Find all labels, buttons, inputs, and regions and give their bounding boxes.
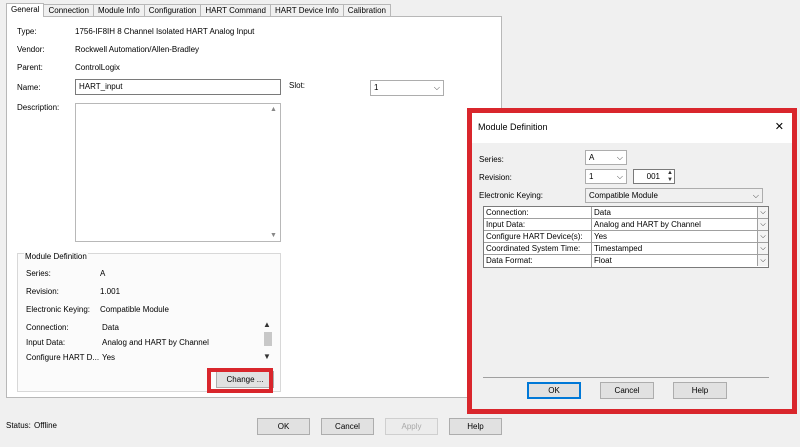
dialog-series-value: A xyxy=(589,153,595,162)
dialog-help-button[interactable]: Help xyxy=(673,382,727,399)
dialog-cancel-button[interactable]: Cancel xyxy=(600,382,654,399)
description-label: Description: xyxy=(17,103,60,112)
keying-label: Electronic Keying: xyxy=(26,305,91,314)
type-value: 1756-IF8IH 8 Channel Isolated HART Analo… xyxy=(75,27,255,36)
slot-value: 1 xyxy=(374,83,379,92)
dialog-title: Module Definition xyxy=(478,122,548,132)
list-item: Configure HART D... Yes xyxy=(26,353,116,362)
table-row: Data Format: Float ⌵ xyxy=(484,255,768,267)
status-value: Offline xyxy=(34,421,57,430)
dialog-ok-button[interactable]: OK xyxy=(527,382,581,399)
chevron-up-icon[interactable]: ▲ xyxy=(263,320,271,329)
list-item: Connection: Data xyxy=(26,323,119,332)
module-definition-scrollbar[interactable]: ▲ ▼ xyxy=(262,320,274,366)
series-value: A xyxy=(100,269,106,278)
tab-general[interactable]: General xyxy=(6,3,45,17)
slot-label: Slot: xyxy=(289,81,306,90)
dialog-body: Series: A ⌵ Revision: 1 ⌵ 001 ▲ ▼ Electr… xyxy=(472,143,792,409)
chevron-down-icon[interactable]: ⌵ xyxy=(757,219,768,230)
spinner-up-icon[interactable]: ▲ xyxy=(667,170,673,176)
apply-button[interactable]: Apply xyxy=(385,418,438,435)
spinner-down-icon[interactable]: ▼ xyxy=(667,177,673,183)
description-scrollbar[interactable]: ▲ ▼ xyxy=(268,104,280,241)
help-button[interactable]: Help xyxy=(449,418,502,435)
status-label: Status: xyxy=(6,421,31,430)
series-label: Series: xyxy=(26,269,51,278)
chevron-down-icon: ⌵ xyxy=(752,191,759,200)
cancel-button[interactable]: Cancel xyxy=(321,418,374,435)
chevron-down-icon: ⌵ xyxy=(616,153,623,162)
chevron-down-icon: ⌵ xyxy=(616,172,623,181)
chevron-down-icon[interactable]: ⌵ xyxy=(757,255,768,266)
revision-minor-value: 001 xyxy=(646,172,660,181)
table-row: Coordinated System Time: Timestamped ⌵ xyxy=(484,243,768,255)
chevron-down-icon[interactable]: ▼ xyxy=(263,352,271,361)
revision-major-select[interactable]: 1 ⌵ xyxy=(585,169,627,184)
chevron-down-icon[interactable]: ⌵ xyxy=(757,231,768,242)
chevron-down-icon[interactable]: ⌵ xyxy=(757,243,768,254)
scrollbar-thumb[interactable] xyxy=(264,332,272,346)
tab-bar: General Connection Module Info Configura… xyxy=(6,3,391,17)
dialog-divider xyxy=(483,377,769,378)
vendor-label: Vendor: xyxy=(17,45,45,54)
connection-grid: Connection: Data ⌵ Input Data: Analog and… xyxy=(483,206,769,268)
name-label: Name: xyxy=(17,83,41,92)
module-definition-title: Module Definition xyxy=(24,252,88,261)
dialog-revision-label: Revision: xyxy=(479,173,512,182)
dialog-keying-label: Electronic Keying: xyxy=(479,191,544,200)
dialog-series-label: Series: xyxy=(479,155,504,164)
table-row: Input Data: Analog and HART by Channel ⌵ xyxy=(484,219,768,231)
series-select[interactable]: A ⌵ xyxy=(585,150,627,165)
keying-select[interactable]: Compatible Module ⌵ xyxy=(585,188,763,203)
revision-value: 1.001 xyxy=(100,287,121,296)
parent-label: Parent: xyxy=(17,63,43,72)
table-row: Configure HART Device(s): Yes ⌵ xyxy=(484,231,768,243)
name-input[interactable]: HART_input xyxy=(75,79,281,95)
dialog-keying-value: Compatible Module xyxy=(589,191,658,200)
parent-value: ControlLogix xyxy=(75,63,120,72)
general-tab-page: Type: 1756-IF8IH 8 Channel Isolated HART… xyxy=(6,16,502,398)
scroll-up-icon[interactable]: ▲ xyxy=(270,106,277,113)
keying-value: Compatible Module xyxy=(100,305,169,314)
dialog-titlebar: Module Definition ✕ xyxy=(472,113,792,143)
chevron-down-icon: ⌵ xyxy=(433,83,440,92)
module-definition-list: Connection: Data Input Data: Analog and … xyxy=(24,318,274,366)
change-button-highlight xyxy=(207,368,273,393)
ok-button[interactable]: OK xyxy=(257,418,310,435)
description-textarea[interactable]: ▲ ▼ xyxy=(75,103,281,242)
revision-label: Revision: xyxy=(26,287,59,296)
module-definition-dialog: Module Definition ✕ Series: A ⌵ Revision… xyxy=(467,108,797,414)
revision-minor-spinner[interactable]: 001 ▲ ▼ xyxy=(633,169,675,184)
list-item: Input Data: Analog and HART by Channel xyxy=(26,338,209,347)
vendor-value: Rockwell Automation/Allen-Bradley xyxy=(75,45,200,54)
table-row: Connection: Data ⌵ xyxy=(484,207,768,219)
revision-major-value: 1 xyxy=(589,172,594,181)
slot-select[interactable]: 1 ⌵ xyxy=(370,80,444,96)
chevron-down-icon[interactable]: ⌵ xyxy=(757,207,768,218)
close-icon[interactable]: ✕ xyxy=(775,120,784,133)
type-label: Type: xyxy=(17,27,37,36)
scroll-down-icon[interactable]: ▼ xyxy=(270,232,277,239)
